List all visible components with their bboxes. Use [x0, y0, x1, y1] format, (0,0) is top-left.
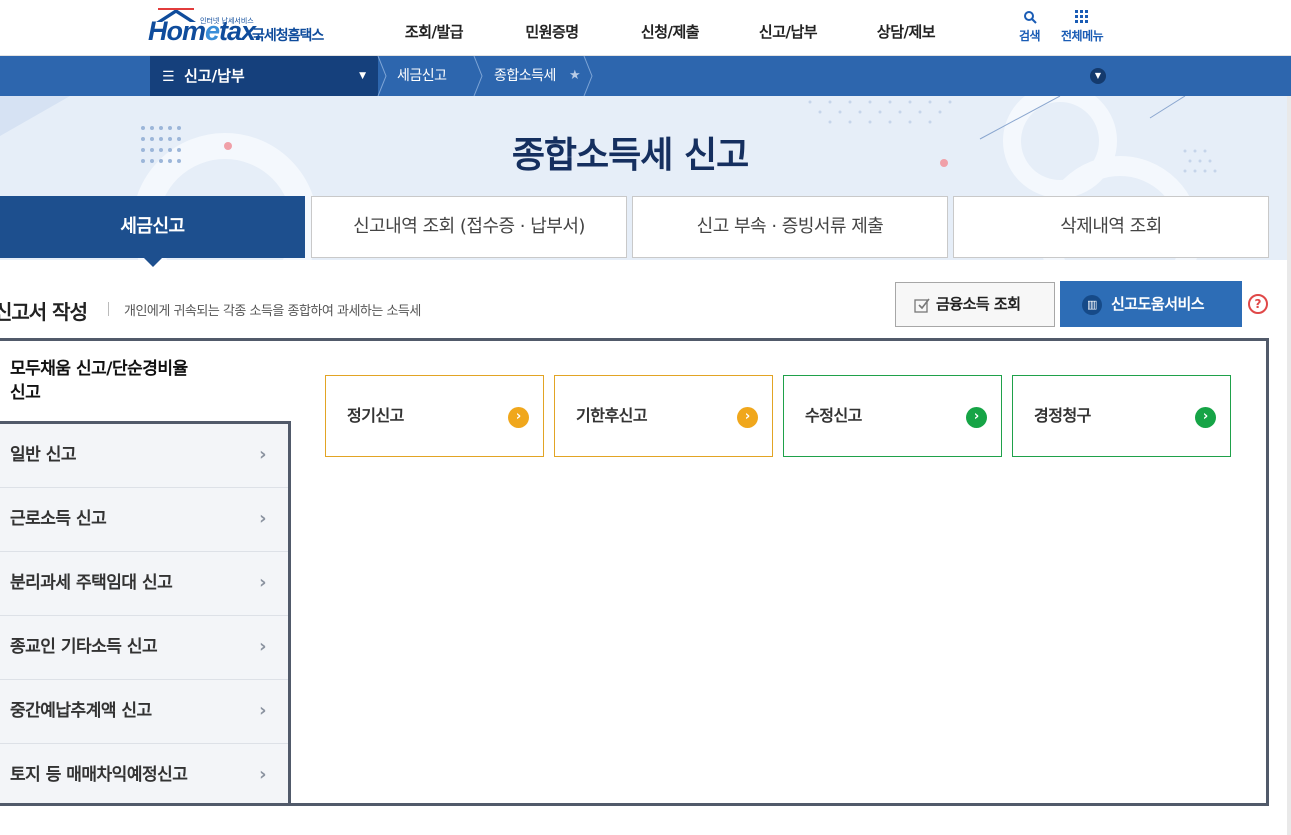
- tab-bar: 세금신고 신고내역 조회 (접수증 · 납부서) 신고 부속 · 증빙서류 제출…: [0, 196, 1291, 267]
- breadcrumb-income-tax[interactable]: 종합소득세: [494, 56, 556, 96]
- section-title: 신고서 작성: [0, 300, 88, 324]
- tab-deleted-history[interactable]: 삭제내역 조회: [953, 196, 1269, 258]
- gnb-inquiry[interactable]: 조회/발급: [375, 0, 493, 56]
- arrow-right-icon: ›: [966, 407, 987, 428]
- grid-icon: [1075, 10, 1089, 23]
- sidebar-item-general[interactable]: 일반 신고 ›: [0, 424, 288, 488]
- tab-filing-history[interactable]: 신고내역 조회 (접수증 · 납부서): [311, 196, 627, 258]
- section-divider: [108, 302, 109, 316]
- sidebar-item-religious[interactable]: 종교인 기타소득 신고 ›: [0, 616, 288, 680]
- card-label: 경정청구: [1034, 406, 1091, 425]
- logo-tagline: 인터넷 납세서비스: [200, 17, 254, 25]
- arrow-right-icon: ›: [508, 407, 529, 428]
- sidebar-item-label: 근로소득 신고: [10, 509, 107, 529]
- all-menu-label: 전체메뉴: [1061, 29, 1104, 43]
- sidebar-item-label: 모두채움 신고/단순경비율: [10, 359, 188, 379]
- filing-help-button[interactable]: ▥ 신고도움서비스: [1060, 281, 1242, 327]
- sidebar-item-label: 일반 신고: [10, 445, 76, 465]
- card-label: 수정신고: [805, 406, 862, 425]
- sidebar-item-prefilled[interactable]: 모두채움 신고/단순경비율 신고: [0, 341, 290, 421]
- menu-dropdown-label: 신고/납부: [184, 67, 245, 85]
- financial-income-label: 금융소득 조회: [936, 295, 1021, 313]
- tab-tax-filing[interactable]: 세금신고: [0, 196, 305, 267]
- sidebar-item-earned-income[interactable]: 근로소득 신고 ›: [0, 488, 288, 552]
- chevron-right-icon: ›: [259, 636, 266, 657]
- expand-chevron-icon[interactable]: ▼: [1090, 68, 1106, 84]
- gnb-filing[interactable]: 신고/납부: [729, 0, 847, 56]
- hamburger-icon: ☰: [162, 69, 175, 85]
- location-bar: ☰ 신고/납부 ▼ 세금신고 종합소득세 ★ ▼: [0, 56, 1291, 96]
- sidebar-item-label: 종교인 기타소득 신고: [10, 637, 158, 657]
- card-amended-filing[interactable]: 수정신고 ›: [783, 375, 1002, 457]
- arrow-right-icon: ›: [1195, 407, 1216, 428]
- search-icon: [1023, 11, 1037, 24]
- page-title: 종합소득세 신고: [511, 135, 749, 176]
- help-question-icon[interactable]: ?: [1248, 294, 1268, 314]
- chevron-right-icon: ›: [259, 700, 266, 721]
- checkbox-icon: [914, 298, 930, 313]
- chevron-right-icon: ›: [259, 764, 266, 785]
- menu-dropdown[interactable]: ☰ 신고/납부 ▼: [150, 56, 378, 96]
- gnb-consult[interactable]: 상담/제보: [847, 0, 965, 56]
- scrollbar[interactable]: [1287, 96, 1291, 835]
- gnb-application[interactable]: 신청/제출: [611, 0, 729, 56]
- card-label: 기한후신고: [576, 406, 648, 425]
- sidebar-item-interim-prepayment[interactable]: 중간예납추계액 신고 ›: [0, 680, 288, 744]
- sidebar-item-label: 중간예납추계액 신고: [10, 701, 152, 721]
- favorite-star-icon[interactable]: ★: [569, 56, 581, 96]
- chevron-right-icon: ›: [259, 508, 266, 529]
- breadcrumb-separator-icon: [473, 56, 483, 96]
- breadcrumb-tax-filing[interactable]: 세금신고: [397, 56, 447, 96]
- breadcrumb-separator-icon: [583, 56, 593, 96]
- arrow-right-icon: ›: [737, 407, 758, 428]
- all-menu-button[interactable]: 전체메뉴: [1061, 10, 1104, 44]
- global-nav: 조회/발급 민원증명 신청/제출 신고/납부 상담/제보: [375, 0, 965, 56]
- sidebar-list: 일반 신고 › 근로소득 신고 › 분리과세 주택임대 신고 › 종교인 기타소득 신…: [0, 421, 291, 806]
- book-icon: ▥: [1082, 294, 1102, 315]
- card-regular-filing[interactable]: 정기신고 ›: [325, 375, 544, 457]
- tab-attachments[interactable]: 신고 부속 · 증빙서류 제출: [632, 196, 948, 258]
- caret-down-icon: ▼: [359, 71, 366, 81]
- sidebar-item-land-trading[interactable]: 토지 등 매매차익예정신고 ›: [0, 744, 288, 808]
- financial-income-button[interactable]: 금융소득 조회: [895, 282, 1055, 327]
- card-label: 정기신고: [347, 406, 404, 425]
- gnb-certificate[interactable]: 민원증명: [493, 0, 611, 56]
- sidebar-item-label: 분리과세 주택임대 신고: [10, 573, 173, 593]
- section-description: 개인에게 귀속되는 각종 소득을 종합하여 과세하는 소득세: [124, 304, 421, 319]
- search-button[interactable]: 검색: [1019, 10, 1041, 44]
- top-header: Hometax. 인터넷 납세서비스 국세청홈택스 조회/발급 민원증명 신청/…: [0, 0, 1291, 56]
- hometax-logo[interactable]: Hometax. 인터넷 납세서비스 국세청홈택스: [148, 8, 338, 48]
- sidebar-item-label: 토지 등 매매차익예정신고: [10, 765, 188, 785]
- sidebar-item-label: 신고: [10, 383, 41, 403]
- search-label: 검색: [1019, 29, 1041, 43]
- logo-agency: 국세청홈택스: [252, 28, 324, 44]
- chevron-right-icon: ›: [259, 444, 266, 465]
- sidebar-item-housing-rental[interactable]: 분리과세 주택임대 신고 ›: [0, 552, 288, 616]
- breadcrumb-separator-icon: [377, 56, 387, 96]
- card-correction-claim[interactable]: 경정청구 ›: [1012, 375, 1231, 457]
- chevron-right-icon: ›: [259, 572, 266, 593]
- filing-help-label: 신고도움서비스: [1111, 295, 1205, 313]
- card-late-filing[interactable]: 기한후신고 ›: [554, 375, 773, 457]
